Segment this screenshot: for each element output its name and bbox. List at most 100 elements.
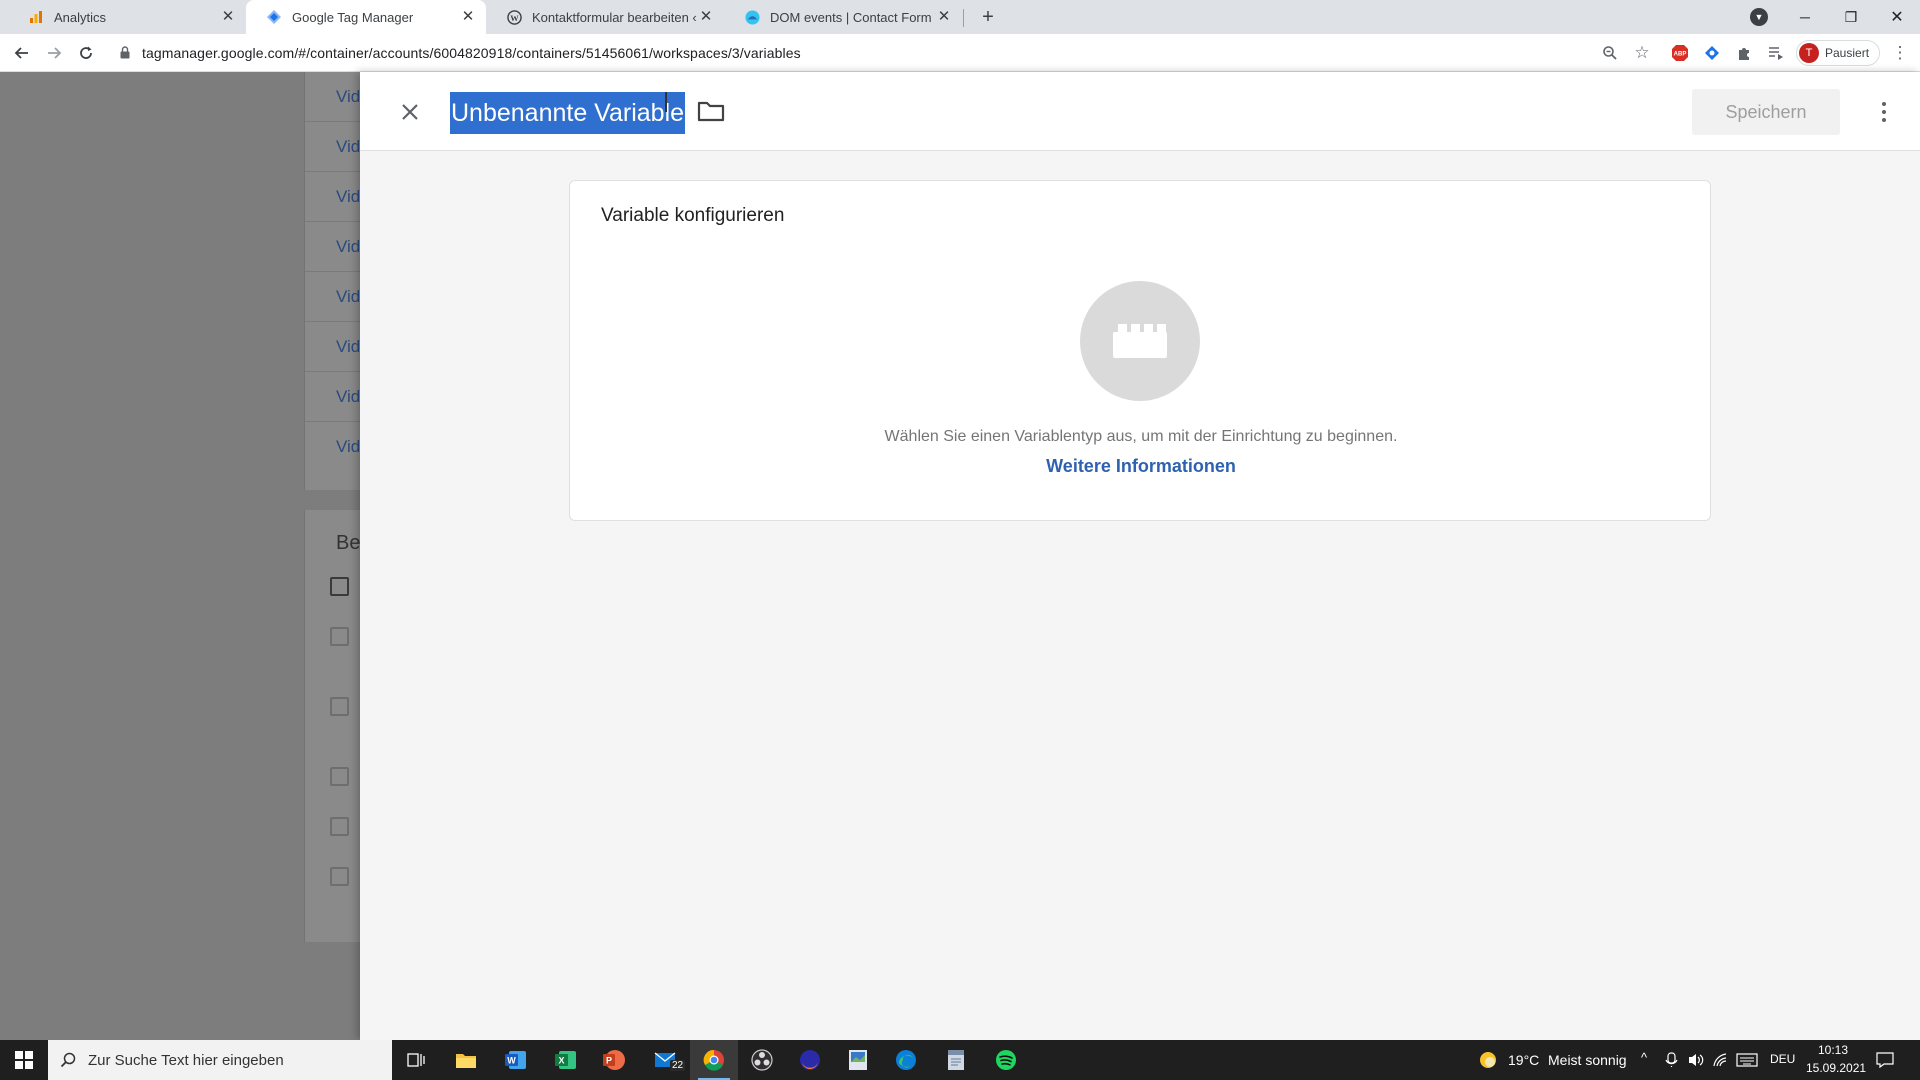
edge-icon — [896, 1050, 916, 1070]
task-view-button[interactable] — [392, 1040, 440, 1080]
taskbar-app-firefox-like[interactable] — [786, 1040, 834, 1080]
close-icon[interactable]: ✕ — [936, 9, 952, 25]
language-indicator[interactable]: DEU — [1770, 1052, 1795, 1066]
start-button[interactable] — [0, 1040, 48, 1080]
extensions-puzzle-icon[interactable] — [1732, 41, 1756, 65]
close-icon[interactable]: ✕ — [220, 9, 236, 25]
bookmark-star-icon[interactable]: ☆ — [1630, 41, 1654, 65]
gtm-icon — [266, 9, 282, 25]
learn-more-link[interactable]: Weitere Informationen — [570, 456, 1712, 477]
tab-title: DOM events | Contact Form 7 — [770, 9, 936, 25]
close-icon[interactable]: ✕ — [460, 9, 476, 25]
window-close-button[interactable]: ✕ — [1874, 0, 1920, 34]
wifi-icon[interactable] — [1712, 1052, 1728, 1073]
taskbar-edge[interactable] — [882, 1040, 930, 1080]
taskbar-word[interactable]: W — [492, 1040, 540, 1080]
minimize-button[interactable]: ─ — [1782, 0, 1828, 34]
variable-type-placeholder-icon[interactable] — [1080, 281, 1200, 401]
variable-name-input[interactable]: Unbenannte Variable — [450, 92, 686, 134]
meet-now-icon[interactable] — [1665, 1052, 1679, 1073]
text-cursor — [665, 92, 667, 112]
tab-google-tag-manager[interactable]: Google Tag Manager ✕ — [246, 0, 486, 34]
row-checkbox — [330, 767, 349, 786]
more-vert-dot — [1882, 118, 1886, 122]
weather-temperature[interactable]: 19°C — [1508, 1052, 1539, 1068]
document-app-icon — [948, 1050, 964, 1070]
file-explorer-icon — [456, 1054, 476, 1068]
variable-config-card[interactable]: Variable konfigurieren Wählen Sie einen … — [569, 180, 1711, 521]
profile-button[interactable]: T Pausiert — [1796, 40, 1880, 66]
excel-icon: X — [555, 1051, 576, 1069]
chevron-up-icon[interactable]: ^ — [1641, 1050, 1647, 1065]
chrome-icon — [703, 1049, 724, 1071]
forward-arrow-icon[interactable] — [42, 41, 66, 65]
clock-date[interactable]: 15.09.2021 — [1806, 1061, 1866, 1075]
media-queue-icon[interactable] — [1764, 41, 1788, 65]
taskbar-app-notes[interactable] — [932, 1040, 980, 1080]
taskbar-spotify[interactable] — [982, 1040, 1030, 1080]
tab-title: Kontaktformular bearbeiten ‹ Me — [532, 9, 698, 25]
taskbar-explorer[interactable] — [442, 1040, 490, 1080]
svg-text:W: W — [510, 12, 519, 22]
adblock-extension-icon[interactable]: ABP — [1668, 41, 1692, 65]
tab-dom-events[interactable]: DOM events | Contact Form 7 ✕ — [724, 0, 962, 34]
weather-sun-icon[interactable] — [1478, 1050, 1498, 1075]
task-view-icon — [407, 1053, 425, 1067]
contactform7-icon — [744, 9, 760, 25]
browser-app-icon — [800, 1050, 820, 1070]
taskbar-excel[interactable]: X — [542, 1040, 590, 1080]
keyboard-icon[interactable] — [1736, 1053, 1758, 1072]
taskbar-obs[interactable] — [738, 1040, 786, 1080]
taskbar-powerpoint[interactable]: P — [590, 1040, 638, 1080]
row-checkbox — [330, 867, 349, 886]
clock-time[interactable]: 10:13 — [1818, 1043, 1848, 1057]
search-placeholder: Zur Suche Text hier eingeben — [88, 1051, 284, 1069]
svg-text:ABP: ABP — [1674, 52, 1687, 58]
profile-status-label: Pausiert — [1825, 46, 1870, 60]
new-tab-button[interactable]: + — [976, 5, 1000, 29]
image-editor-icon — [849, 1050, 867, 1070]
chevron-down-icon: ▼ — [1754, 11, 1764, 22]
close-panel-button[interactable] — [392, 94, 428, 130]
volume-icon[interactable] — [1688, 1052, 1704, 1073]
obs-icon — [751, 1049, 773, 1071]
mail-badge: 22 — [670, 1060, 686, 1071]
svg-text:X: X — [558, 1056, 564, 1066]
windows-taskbar: Zur Suche Text hier eingeben W X P 22 19… — [0, 1040, 1920, 1080]
more-vert-icon — [1882, 102, 1886, 106]
reload-icon[interactable] — [74, 41, 98, 65]
taskbar-chrome[interactable] — [690, 1040, 738, 1080]
taskbar-app-image[interactable] — [834, 1040, 882, 1080]
address-bar[interactable]: tagmanager.google.com/#/container/accoun… — [108, 38, 1653, 68]
weather-description[interactable]: Meist sonnig — [1548, 1052, 1627, 1068]
windows-logo-icon — [15, 1051, 33, 1069]
row-checkbox — [330, 627, 349, 646]
lock-icon — [120, 46, 130, 64]
panel-header: Unbenannte Variable Speichern — [360, 72, 1920, 151]
restore-button[interactable]: ❐ — [1828, 0, 1874, 34]
folder-button[interactable] — [697, 99, 727, 127]
back-arrow-icon[interactable] — [10, 41, 34, 65]
tab-title: Analytics — [54, 9, 107, 25]
avatar: T — [1799, 43, 1819, 63]
zoom-icon[interactable] — [1598, 41, 1622, 65]
card-title: Be — [336, 532, 361, 554]
notifications-icon[interactable] — [1876, 1052, 1894, 1073]
more-options-button[interactable] — [1866, 94, 1902, 130]
learn-more-link-label: Weitere Informationen — [1046, 456, 1236, 476]
taskbar-mail[interactable]: 22 — [642, 1040, 690, 1080]
lego-block-icon — [1113, 324, 1167, 358]
taskbar-search-box[interactable]: Zur Suche Text hier eingeben — [48, 1040, 392, 1080]
save-button[interactable]: Speichern — [1692, 89, 1840, 135]
tab-kontaktformular[interactable]: W Kontaktformular bearbeiten ‹ Me ✕ — [486, 0, 724, 34]
folder-icon — [697, 101, 725, 122]
close-icon[interactable]: ✕ — [698, 9, 714, 25]
tag-assistant-extension-icon[interactable] — [1700, 41, 1724, 65]
svg-text:P: P — [606, 1056, 612, 1066]
tab-search-button[interactable]: ▼ — [1750, 8, 1768, 26]
close-icon — [402, 104, 418, 120]
url-text: tagmanager.google.com/#/container/accoun… — [142, 45, 801, 61]
tab-analytics[interactable]: Analytics ✕ — [8, 0, 246, 34]
tab-title: Google Tag Manager — [292, 9, 414, 25]
browser-menu-icon[interactable]: ⋮ — [1888, 41, 1912, 65]
